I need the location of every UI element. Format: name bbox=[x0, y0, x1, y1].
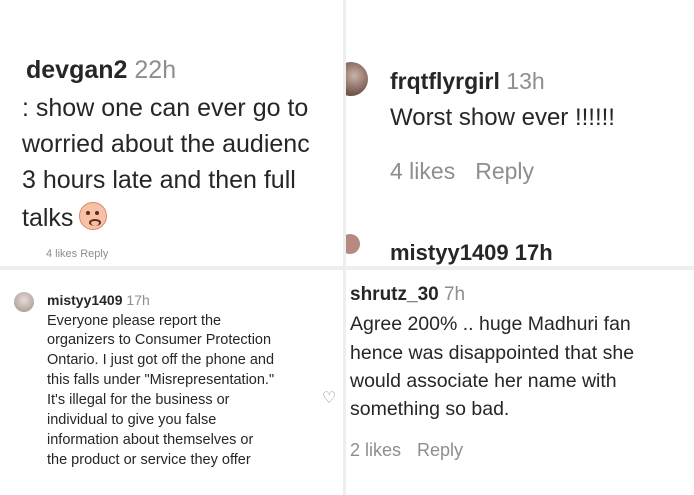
anxious-face-emoji-icon bbox=[79, 202, 108, 230]
comment-text-line: hence was disappointed that she bbox=[350, 342, 635, 364]
comment-text-line: Ontario. I just got off the phone and bbox=[47, 352, 275, 368]
comment-username[interactable]: shrutz_30 bbox=[350, 284, 439, 305]
comment-timestamp: 13h bbox=[506, 68, 545, 94]
reply-button[interactable]: Reply bbox=[475, 158, 534, 184]
comment-header: shrutz_30 7h bbox=[350, 284, 465, 306]
comment-panel-devgan2: devgan2 22h : show one can ever go to wo… bbox=[0, 0, 343, 266]
reply-button[interactable]: Reply bbox=[417, 440, 463, 460]
comment-text-line: worried about the audienc bbox=[22, 130, 310, 158]
heart-outline-icon[interactable]: ♡ bbox=[322, 388, 336, 408]
comment-text-line-last: talks bbox=[22, 202, 108, 233]
comment-text-line: something so bad. bbox=[350, 398, 510, 420]
comment-username[interactable]: frqtflyrgirl bbox=[390, 68, 500, 94]
avatar[interactable] bbox=[346, 62, 368, 96]
comment-text-line: individual to give you false bbox=[47, 412, 217, 428]
comment-username[interactable]: mistyy1409 bbox=[47, 292, 123, 308]
comment-text-line: this falls under "Misrepresentation." bbox=[47, 372, 275, 388]
comment-header: mistyy1409 17h bbox=[47, 292, 150, 308]
comment-timestamp: 17h bbox=[126, 292, 150, 308]
avatar[interactable] bbox=[14, 292, 34, 312]
comment-text-line: the product or service they offer bbox=[47, 452, 251, 468]
comment-actions: 2 likes Reply bbox=[350, 440, 463, 461]
likes-count[interactable]: 2 likes bbox=[350, 440, 401, 460]
comment-text: Worst show ever !!!!!! bbox=[390, 104, 615, 131]
avatar[interactable] bbox=[346, 234, 360, 254]
comment-text-line: 3 hours late and then full bbox=[22, 166, 296, 194]
comment-header: devgan2 22h bbox=[26, 56, 176, 85]
comment-text-line: organizers to Consumer Protection bbox=[47, 332, 272, 348]
comment-actions: 4 likes Reply bbox=[390, 158, 534, 185]
comment-panel-mistyy1409: mistyy1409 17h Everyone please report th… bbox=[0, 270, 343, 495]
comment-text-line: information about themselves or bbox=[47, 432, 254, 448]
comment-timestamp: 7h bbox=[443, 284, 466, 305]
comment-text: talks bbox=[22, 204, 74, 232]
comment-timestamp: 22h bbox=[134, 56, 177, 84]
comment-username[interactable]: devgan2 bbox=[26, 56, 127, 84]
comment-text-line: : show one can ever go to bbox=[22, 94, 309, 122]
comment-header: frqtflyrgirl 13h bbox=[390, 68, 545, 95]
comment-text-line: It's illegal for the business or bbox=[47, 392, 230, 408]
comment-text-line: Agree 200% .. huge Madhuri fan bbox=[350, 313, 631, 335]
likes-count[interactable]: 4 likes bbox=[390, 158, 455, 184]
comment-panel-shrutz-30: shrutz_30 7h Agree 200% .. huge Madhuri … bbox=[346, 270, 694, 495]
comment-header-cropped: mistyy1409 17h bbox=[390, 240, 553, 265]
comment-panel-frqtflyrgirl: frqtflyrgirl 13h Worst show ever !!!!!! … bbox=[346, 0, 694, 266]
comment-meta-cropped: 4 likes Reply bbox=[46, 248, 109, 260]
comment-text-line: would associate her name with bbox=[350, 370, 617, 392]
comment-text-line: Everyone please report the bbox=[47, 313, 222, 329]
